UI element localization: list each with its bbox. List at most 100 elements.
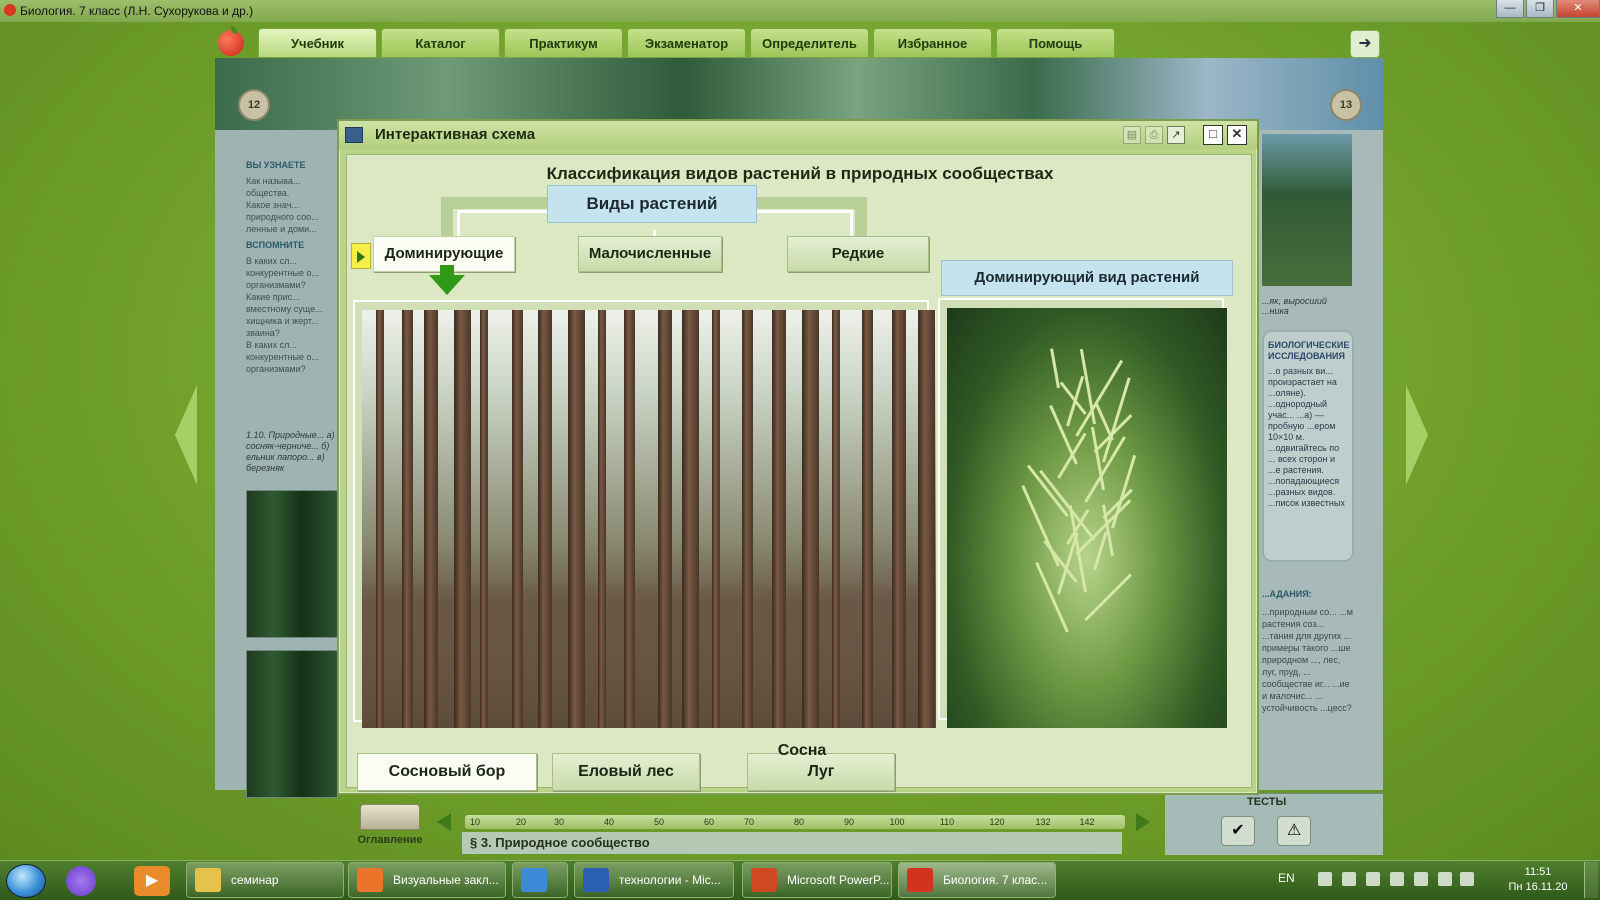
toc-label: Оглавление — [357, 834, 423, 846]
tree-trunk — [624, 310, 635, 728]
dominant-species-header: Доминирующий вид растений — [941, 260, 1233, 296]
close-modal-button[interactable]: ✕ — [1227, 125, 1247, 145]
taskbar-item-word[interactable]: технологии - Mic... — [574, 862, 734, 898]
start-button-icon[interactable] — [6, 864, 46, 898]
apple-icon — [907, 868, 933, 892]
volume-icon[interactable] — [1460, 872, 1474, 886]
modal-titlebar: Интерактивная схема ▤ ⎙ ↗ □ ✕ — [339, 121, 1257, 149]
learn-item: Какое знач... природного соо... ленные и… — [246, 200, 319, 234]
tree-trunk — [802, 310, 819, 728]
note-title: БИОЛОГИЧЕСКИЕ ИССЛЕДОВАНИЯ — [1268, 340, 1350, 361]
next-page-arrow-icon[interactable] — [1406, 385, 1428, 485]
test-warning-icon[interactable]: ⚠ — [1277, 816, 1311, 846]
tree-trunk — [376, 310, 384, 728]
pine-needle — [1039, 469, 1096, 541]
signal-icon[interactable] — [1438, 872, 1452, 886]
tab-favorites[interactable]: Избранное — [873, 28, 992, 58]
main-nav: Учебник Каталог Практикум Экзаменатор Оп… — [214, 28, 1119, 58]
tree-trunk — [892, 310, 906, 728]
tree-trunk — [402, 310, 413, 728]
category-scarce-button[interactable]: Малочисленные — [578, 236, 722, 272]
timeline-next-arrow-icon[interactable] — [1136, 813, 1150, 831]
timeline-tick: 80 — [793, 817, 805, 827]
taskbar-item-chrome[interactable] — [512, 862, 568, 898]
close-window-button[interactable]: ✕ — [1556, 0, 1600, 18]
media-player-icon[interactable]: ▶ — [134, 866, 170, 896]
tab-examiner[interactable]: Экзаменатор — [627, 28, 746, 58]
taskbar-item-label: технологии - Mic... — [619, 873, 721, 887]
tab-catalog[interactable]: Каталог — [381, 28, 500, 58]
clock[interactable]: 11:51 Пн 16.11.20 — [1498, 865, 1578, 895]
pine-forest-photo — [362, 310, 936, 728]
taskbar-item-firefox[interactable]: Визуальные закл... — [348, 862, 506, 898]
tray-network-icon[interactable] — [1414, 872, 1428, 886]
scheme-heading: Классификация видов растений в природных… — [546, 164, 1054, 183]
timeline-tick: 100 — [889, 817, 905, 827]
export-icon[interactable]: ↗ — [1167, 126, 1185, 144]
chrome-icon — [521, 868, 547, 892]
tree-trunk — [598, 310, 606, 728]
tray-yandex-icon[interactable] — [1366, 872, 1380, 886]
heading-learn: ВЫ УЗНАЕТЕ — [246, 160, 306, 170]
learn-item: Как называ... общества. — [246, 176, 301, 198]
tests-label: ТЕСТЫ — [1247, 796, 1287, 808]
interactive-scheme-window: Интерактивная схема ▤ ⎙ ↗ □ ✕ Классифика… — [337, 119, 1259, 795]
scheme-canvas: Классификация видов растений в природных… — [346, 154, 1252, 788]
timeline-tick: 10 — [469, 817, 481, 827]
tree-trunk — [424, 310, 438, 728]
tray-app-icon[interactable] — [1318, 872, 1332, 886]
category-rare-button[interactable]: Редкие — [787, 236, 929, 272]
taskbar-item-apple[interactable]: Биология. 7 клас... — [898, 862, 1056, 898]
taskbar-item-folder[interactable]: семинар — [186, 862, 344, 898]
pine-needle — [1094, 402, 1114, 441]
language-indicator[interactable]: EN — [1278, 871, 1295, 885]
note-text: ...о разных ви... произрастает на ...оля… — [1268, 366, 1345, 508]
taskbar-item-label: Визуальные закл... — [393, 873, 499, 887]
remember-item: Какие прис... вместному суще... хищника … — [246, 292, 323, 338]
taskbar-item-label: Биология. 7 клас... — [943, 873, 1048, 887]
page-number-right: 13 — [1330, 89, 1362, 121]
current-section: § 3. Природное сообщество — [462, 832, 1122, 854]
research-note: БИОЛОГИЧЕСКИЕ ИССЛЕДОВАНИЯ ...о разных в… — [1262, 330, 1354, 562]
tray-update-icon[interactable] — [1390, 872, 1404, 886]
community-photo-frame — [353, 300, 936, 728]
timeline-prev-arrow-icon[interactable] — [437, 813, 451, 831]
community-pine-forest-button[interactable]: Сосновый бор — [357, 753, 537, 791]
tests-panel: ТЕСТЫ ✔ ⚠ — [1165, 793, 1383, 855]
taskbar-item-powerpoint[interactable]: Microsoft PowerP... — [742, 862, 892, 898]
down-arrow-icon — [429, 265, 465, 295]
timeline-tick: 70 — [743, 817, 755, 827]
alice-assistant-icon[interactable] — [66, 866, 96, 896]
timeline-tick: 50 — [653, 817, 665, 827]
tree-trunk — [832, 310, 840, 728]
maximize-button[interactable]: □ — [1203, 125, 1223, 145]
remember-item: В каких сл... конкурентные о... организм… — [246, 256, 320, 290]
tree-trunk — [742, 310, 753, 728]
restore-button[interactable]: ❐ — [1526, 0, 1554, 18]
pine-needle — [1057, 432, 1087, 479]
timeline-tick: 60 — [703, 817, 715, 827]
print-icon[interactable]: ⎙ — [1145, 126, 1163, 144]
tree-trunk — [568, 310, 585, 728]
tab-practicum[interactable]: Практикум — [504, 28, 623, 58]
save-icon[interactable]: ▤ — [1123, 126, 1141, 144]
firefox-icon — [357, 868, 383, 892]
minimize-button[interactable]: — — [1496, 0, 1524, 18]
timeline-tick: 120 — [989, 817, 1005, 827]
table-of-contents-button[interactable]: Оглавление — [350, 804, 430, 846]
left-page-text: ВЫ УЗНАЕТЕ Как называ... общества. Какое… — [246, 155, 338, 415]
pine-needle — [1050, 348, 1060, 389]
tab-help[interactable]: Помощь — [996, 28, 1115, 58]
exit-arrow-icon[interactable]: ➜ — [1350, 30, 1380, 58]
tree-trunk — [512, 310, 523, 728]
tray-security-icon[interactable] — [1342, 872, 1356, 886]
timeline-tick: 110 — [939, 817, 955, 827]
community-spruce-forest-button[interactable]: Еловый лес — [552, 753, 700, 791]
test-check-icon[interactable]: ✔ — [1221, 816, 1255, 846]
tab-textbook[interactable]: Учебник — [258, 28, 377, 58]
timeline-tick: 20 — [515, 817, 527, 827]
prev-page-arrow-icon[interactable] — [175, 385, 197, 485]
photo-caption: ...як, выросший ...ника — [1262, 296, 1327, 316]
tab-identifier[interactable]: Определитель — [750, 28, 869, 58]
show-desktop-button[interactable] — [1584, 862, 1598, 898]
